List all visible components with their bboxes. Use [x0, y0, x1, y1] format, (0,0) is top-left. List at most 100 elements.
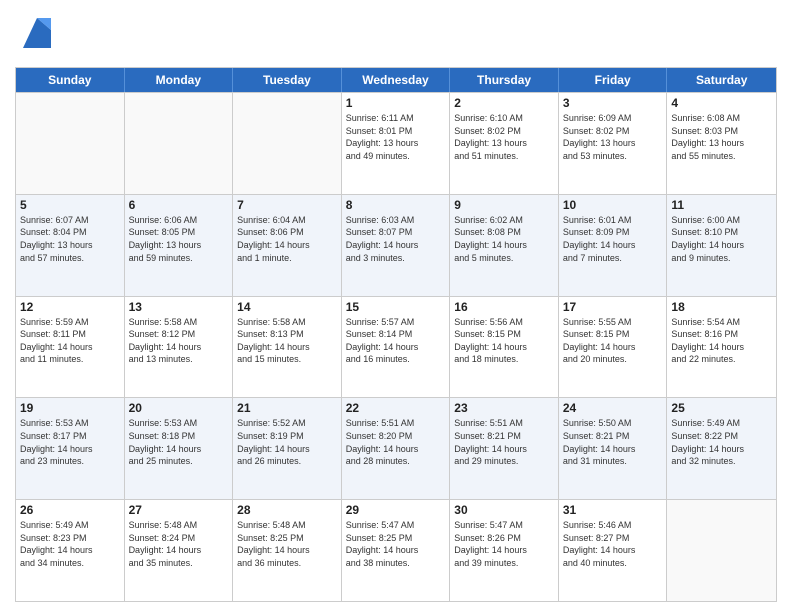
day-number: 21: [237, 401, 337, 415]
cell-info: Sunrise: 6:11 AM Sunset: 8:01 PM Dayligh…: [346, 112, 446, 162]
day-number: 15: [346, 300, 446, 314]
calendar-cell: 23 Sunrise: 5:51 AM Sunset: 8:21 PM Dayli…: [450, 398, 559, 499]
calendar-cell: 28 Sunrise: 5:48 AM Sunset: 8:25 PM Dayli…: [233, 500, 342, 601]
day-number: 4: [671, 96, 772, 110]
calendar-cell: 25 Sunrise: 5:49 AM Sunset: 8:22 PM Dayli…: [667, 398, 776, 499]
calendar-cell: 22 Sunrise: 5:51 AM Sunset: 8:20 PM Dayli…: [342, 398, 451, 499]
cell-info: Sunrise: 6:04 AM Sunset: 8:06 PM Dayligh…: [237, 214, 337, 264]
cell-info: Sunrise: 5:47 AM Sunset: 8:25 PM Dayligh…: [346, 519, 446, 569]
cell-info: Sunrise: 5:58 AM Sunset: 8:13 PM Dayligh…: [237, 316, 337, 366]
calendar-row: 5Sunrise: 6:07 AM Sunset: 8:04 PM Daylig…: [16, 194, 776, 296]
cell-info: Sunrise: 6:02 AM Sunset: 8:08 PM Dayligh…: [454, 214, 554, 264]
calendar-cell: 26Sunrise: 5:49 AM Sunset: 8:23 PM Dayli…: [16, 500, 125, 601]
cell-info: Sunrise: 5:52 AM Sunset: 8:19 PM Dayligh…: [237, 417, 337, 467]
calendar-cell: 11 Sunrise: 6:00 AM Sunset: 8:10 PM Dayli…: [667, 195, 776, 296]
cell-info: Sunrise: 6:07 AM Sunset: 8:04 PM Dayligh…: [20, 214, 120, 264]
calendar-cell: 27 Sunrise: 5:48 AM Sunset: 8:24 PM Dayli…: [125, 500, 234, 601]
day-number: 13: [129, 300, 229, 314]
day-number: 23: [454, 401, 554, 415]
day-number: 25: [671, 401, 772, 415]
logo-icon: [15, 10, 59, 54]
calendar-row: 12 Sunrise: 5:59 AM Sunset: 8:11 PM Dayli…: [16, 296, 776, 398]
day-number: 26: [20, 503, 120, 517]
calendar-cell: 5Sunrise: 6:07 AM Sunset: 8:04 PM Daylig…: [16, 195, 125, 296]
day-number: 14: [237, 300, 337, 314]
cell-info: Sunrise: 5:56 AM Sunset: 8:15 PM Dayligh…: [454, 316, 554, 366]
cell-info: Sunrise: 5:51 AM Sunset: 8:21 PM Dayligh…: [454, 417, 554, 467]
day-number: 17: [563, 300, 663, 314]
cell-info: Sunrise: 5:58 AM Sunset: 8:12 PM Dayligh…: [129, 316, 229, 366]
calendar-cell: 4Sunrise: 6:08 AM Sunset: 8:03 PM Daylig…: [667, 93, 776, 194]
calendar-row: 1 Sunrise: 6:11 AM Sunset: 8:01 PM Daylig…: [16, 92, 776, 194]
day-number: 7: [237, 198, 337, 212]
day-number: 16: [454, 300, 554, 314]
weekday-header: Saturday: [667, 68, 776, 92]
calendar-cell: 14 Sunrise: 5:58 AM Sunset: 8:13 PM Dayli…: [233, 297, 342, 398]
weekday-header: Tuesday: [233, 68, 342, 92]
calendar-cell: 20 Sunrise: 5:53 AM Sunset: 8:18 PM Dayli…: [125, 398, 234, 499]
cell-info: Sunrise: 6:03 AM Sunset: 8:07 PM Dayligh…: [346, 214, 446, 264]
cell-info: Sunrise: 5:47 AM Sunset: 8:26 PM Dayligh…: [454, 519, 554, 569]
calendar-cell: 21 Sunrise: 5:52 AM Sunset: 8:19 PM Dayli…: [233, 398, 342, 499]
cell-info: Sunrise: 5:57 AM Sunset: 8:14 PM Dayligh…: [346, 316, 446, 366]
day-number: 2: [454, 96, 554, 110]
calendar-cell: [16, 93, 125, 194]
day-number: 28: [237, 503, 337, 517]
day-number: 19: [20, 401, 120, 415]
calendar-cell: 30 Sunrise: 5:47 AM Sunset: 8:26 PM Dayli…: [450, 500, 559, 601]
calendar-cell: 1 Sunrise: 6:11 AM Sunset: 8:01 PM Daylig…: [342, 93, 451, 194]
day-number: 8: [346, 198, 446, 212]
day-number: 31: [563, 503, 663, 517]
calendar-row: 19 Sunrise: 5:53 AM Sunset: 8:17 PM Dayli…: [16, 397, 776, 499]
day-number: 11: [671, 198, 772, 212]
day-number: 12: [20, 300, 120, 314]
calendar-cell: 18 Sunrise: 5:54 AM Sunset: 8:16 PM Dayli…: [667, 297, 776, 398]
cell-info: Sunrise: 5:51 AM Sunset: 8:20 PM Dayligh…: [346, 417, 446, 467]
day-number: 20: [129, 401, 229, 415]
page: SundayMondayTuesdayWednesdayThursdayFrid…: [0, 0, 792, 612]
cell-info: Sunrise: 5:53 AM Sunset: 8:17 PM Dayligh…: [20, 417, 120, 467]
cell-info: Sunrise: 6:00 AM Sunset: 8:10 PM Dayligh…: [671, 214, 772, 264]
weekday-header: Thursday: [450, 68, 559, 92]
cell-info: Sunrise: 5:48 AM Sunset: 8:24 PM Dayligh…: [129, 519, 229, 569]
calendar-cell: 24 Sunrise: 5:50 AM Sunset: 8:21 PM Dayli…: [559, 398, 668, 499]
calendar-cell: 10Sunrise: 6:01 AM Sunset: 8:09 PM Dayli…: [559, 195, 668, 296]
cell-info: Sunrise: 5:48 AM Sunset: 8:25 PM Dayligh…: [237, 519, 337, 569]
calendar-cell: 13 Sunrise: 5:58 AM Sunset: 8:12 PM Dayli…: [125, 297, 234, 398]
cell-info: Sunrise: 5:54 AM Sunset: 8:16 PM Dayligh…: [671, 316, 772, 366]
cell-info: Sunrise: 5:55 AM Sunset: 8:15 PM Dayligh…: [563, 316, 663, 366]
day-number: 22: [346, 401, 446, 415]
cell-info: Sunrise: 5:59 AM Sunset: 8:11 PM Dayligh…: [20, 316, 120, 366]
day-number: 9: [454, 198, 554, 212]
calendar-cell: 8 Sunrise: 6:03 AM Sunset: 8:07 PM Daylig…: [342, 195, 451, 296]
day-number: 18: [671, 300, 772, 314]
calendar-cell: 9 Sunrise: 6:02 AM Sunset: 8:08 PM Daylig…: [450, 195, 559, 296]
calendar-cell: 19 Sunrise: 5:53 AM Sunset: 8:17 PM Dayli…: [16, 398, 125, 499]
header: [15, 10, 777, 59]
day-number: 29: [346, 503, 446, 517]
calendar: SundayMondayTuesdayWednesdayThursdayFrid…: [15, 67, 777, 602]
calendar-cell: 29 Sunrise: 5:47 AM Sunset: 8:25 PM Dayli…: [342, 500, 451, 601]
calendar-cell: 15 Sunrise: 5:57 AM Sunset: 8:14 PM Dayli…: [342, 297, 451, 398]
day-number: 3: [563, 96, 663, 110]
calendar-cell: 6Sunrise: 6:06 AM Sunset: 8:05 PM Daylig…: [125, 195, 234, 296]
day-number: 30: [454, 503, 554, 517]
calendar-cell: [667, 500, 776, 601]
weekday-header: Sunday: [16, 68, 125, 92]
day-number: 1: [346, 96, 446, 110]
cell-info: Sunrise: 5:49 AM Sunset: 8:22 PM Dayligh…: [671, 417, 772, 467]
calendar-cell: 3 Sunrise: 6:09 AM Sunset: 8:02 PM Daylig…: [559, 93, 668, 194]
cell-info: Sunrise: 5:50 AM Sunset: 8:21 PM Dayligh…: [563, 417, 663, 467]
cell-info: Sunrise: 6:06 AM Sunset: 8:05 PM Dayligh…: [129, 214, 229, 264]
weekday-header: Wednesday: [342, 68, 451, 92]
calendar-cell: [125, 93, 234, 194]
calendar-cell: 31Sunrise: 5:46 AM Sunset: 8:27 PM Dayli…: [559, 500, 668, 601]
cell-info: Sunrise: 5:53 AM Sunset: 8:18 PM Dayligh…: [129, 417, 229, 467]
cell-info: Sunrise: 6:10 AM Sunset: 8:02 PM Dayligh…: [454, 112, 554, 162]
calendar-header: SundayMondayTuesdayWednesdayThursdayFrid…: [16, 68, 776, 92]
calendar-cell: 12 Sunrise: 5:59 AM Sunset: 8:11 PM Dayli…: [16, 297, 125, 398]
cell-info: Sunrise: 6:09 AM Sunset: 8:02 PM Dayligh…: [563, 112, 663, 162]
day-number: 24: [563, 401, 663, 415]
day-number: 10: [563, 198, 663, 212]
day-number: 27: [129, 503, 229, 517]
